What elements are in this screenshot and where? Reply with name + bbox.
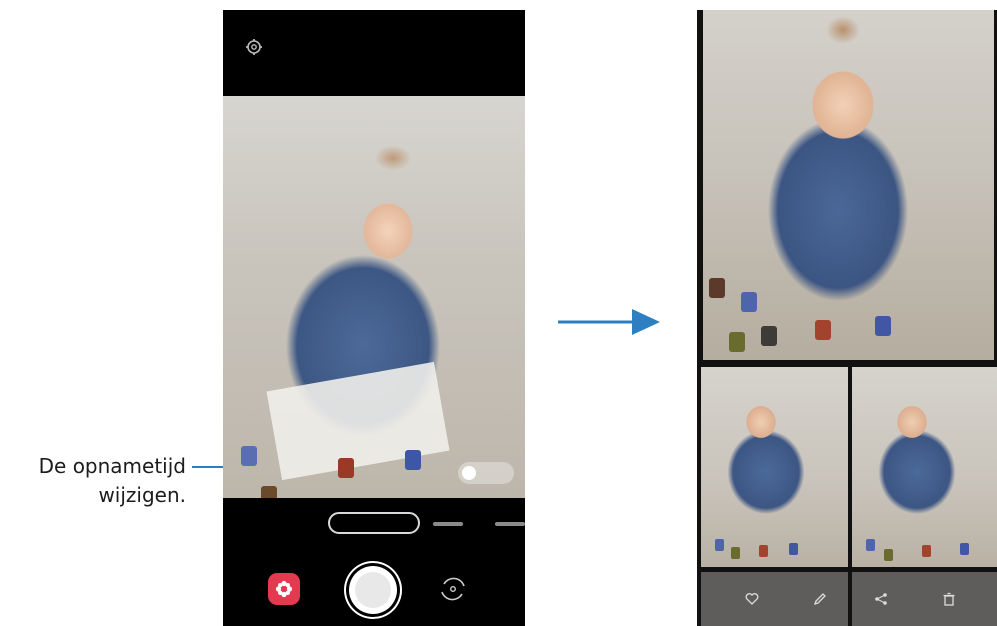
shutter-inner: [355, 572, 391, 608]
result-screen: [697, 10, 997, 626]
mode-option[interactable]: [433, 522, 463, 526]
result-thumbnail-2[interactable]: [852, 367, 997, 567]
result-thumbnail-1[interactable]: [701, 367, 848, 567]
share-icon[interactable]: [874, 592, 888, 606]
paint-jar: [789, 543, 798, 555]
paint-jar: [761, 326, 777, 346]
effect-button[interactable]: [268, 573, 300, 605]
paint-jar: [261, 486, 277, 498]
paint-jar: [709, 278, 725, 298]
edit-icon[interactable]: [813, 592, 827, 606]
shutter-button[interactable]: [349, 566, 397, 614]
recording-time-button[interactable]: [458, 462, 514, 484]
callout-line-1: De opnametijd: [38, 454, 186, 478]
callout-label: De opnametijd wijzigen.: [0, 452, 186, 510]
paint-jar: [241, 446, 257, 466]
switch-camera-icon[interactable]: [436, 572, 470, 606]
callout-line-2: wijzigen.: [98, 483, 186, 507]
heart-icon[interactable]: [745, 592, 759, 606]
paint-jar: [922, 545, 931, 557]
paint-jar: [866, 539, 875, 551]
paint-jar: [405, 450, 421, 470]
camera-viewfinder[interactable]: [223, 96, 525, 498]
paint-jar: [729, 332, 745, 352]
mode-option[interactable]: [495, 522, 525, 526]
paint-jar: [715, 539, 724, 551]
camera-screen: [223, 10, 525, 626]
delete-icon[interactable]: [942, 592, 956, 606]
result-thumbnail-4[interactable]: [852, 572, 997, 626]
effect-flower-icon: [275, 580, 293, 598]
paint-jar: [338, 458, 354, 478]
paint-jar: [731, 547, 740, 559]
paint-jar: [741, 292, 757, 312]
paint-jar: [960, 543, 969, 555]
mode-selected[interactable]: [328, 512, 420, 534]
viewfinder-paper: [266, 361, 450, 481]
result-thumbnail-3[interactable]: [701, 572, 848, 626]
paint-jar: [815, 320, 831, 340]
paint-jar: [884, 549, 893, 561]
paint-jar: [875, 316, 891, 336]
settings-icon[interactable]: [245, 38, 263, 56]
flow-arrow-icon: [558, 309, 660, 335]
paint-jar: [759, 545, 768, 557]
timer-dot-icon: [462, 466, 476, 480]
main-result-photo[interactable]: [703, 10, 994, 360]
